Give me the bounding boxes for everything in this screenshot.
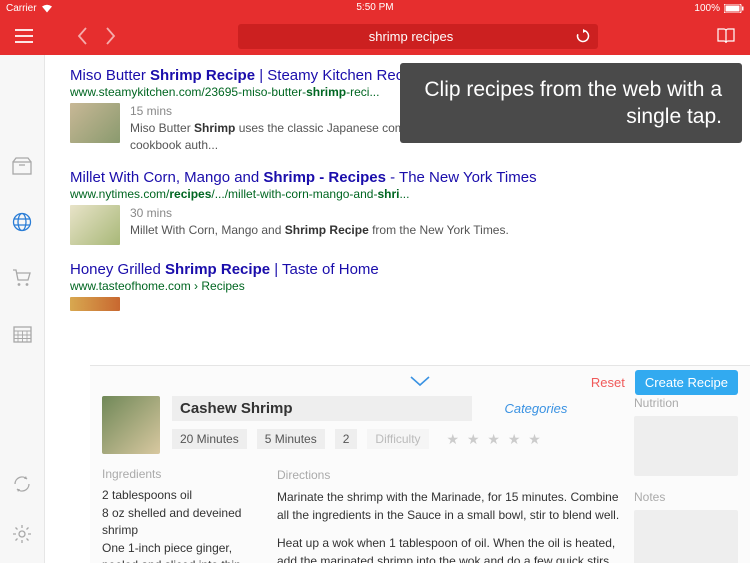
nutrition-label: Nutrition [634,396,738,410]
nutrition-box[interactable] [634,416,738,476]
result-thumbnail [70,297,120,311]
result-url: www.nytimes.com/recipes/.../millet-with-… [70,187,725,201]
rating-stars[interactable]: ★ ★ ★ ★ ★ [447,431,543,448]
result-title: Millet With Corn, Mango and Shrimp - Rec… [70,169,725,186]
reload-icon[interactable] [576,29,590,43]
result-snippet: 30 mins Millet With Corn, Mango and Shri… [130,205,509,245]
settings-gear-icon[interactable] [11,523,33,545]
prep-time-input[interactable]: 20 Minutes [172,429,247,449]
feature-tooltip: Clip recipes from the web with a single … [400,63,742,143]
shopping-cart-icon[interactable] [11,267,33,289]
back-button[interactable] [68,22,96,50]
create-recipe-button[interactable]: Create Recipe [635,370,738,395]
ingredients-label: Ingredients [102,466,257,483]
collapse-chevron-icon[interactable] [409,375,431,387]
battery-pct: 100% [694,3,720,14]
result-thumbnail [70,103,120,143]
notes-box[interactable] [634,510,738,563]
reset-button[interactable]: Reset [591,375,625,390]
categories-link[interactable]: Categories [504,401,567,416]
clock: 5:50 PM [356,2,393,13]
battery-icon [724,4,744,13]
wifi-icon [41,4,53,13]
carrier-label: Carrier [6,3,37,14]
result-url: www.tasteofhome.com › Recipes [70,279,725,293]
browser-globe-icon[interactable] [11,211,33,233]
ingredients-text[interactable]: 2 tablespoons oil 8 oz shelled and devei… [102,487,257,563]
left-rail [0,55,45,563]
notes-label: Notes [634,490,738,504]
calendar-icon[interactable] [11,323,33,345]
forward-button[interactable] [96,22,124,50]
address-text: shrimp recipes [246,29,576,44]
result-thumbnail [70,205,120,245]
recipes-box-icon[interactable] [11,155,33,177]
directions-label: Directions [277,466,622,484]
status-bar: Carrier 5:50 PM 100% [0,0,750,17]
clipper-panel: Reset Create Recipe Cashew Shrimp Catego… [90,365,750,563]
result-title: Honey Grilled Shrimp Recipe | Taste of H… [70,261,725,278]
directions-text[interactable]: Marinate the shrimp with the Marinade, f… [277,488,622,563]
sync-icon[interactable] [11,473,33,495]
menu-button[interactable] [10,22,38,50]
recipe-title-input[interactable]: Cashew Shrimp [172,396,472,421]
nav-bar: shrimp recipes [0,17,750,55]
recipe-thumbnail [102,396,160,454]
cook-time-input[interactable]: 5 Minutes [257,429,325,449]
address-bar[interactable]: shrimp recipes [238,24,598,49]
search-result[interactable]: Millet With Corn, Mango and Shrimp - Rec… [70,169,725,245]
bookmarks-button[interactable] [712,22,740,50]
difficulty-input[interactable]: Difficulty [367,429,428,449]
servings-input[interactable]: 2 [335,429,358,449]
search-result[interactable]: Honey Grilled Shrimp Recipe | Taste of H… [70,261,725,311]
